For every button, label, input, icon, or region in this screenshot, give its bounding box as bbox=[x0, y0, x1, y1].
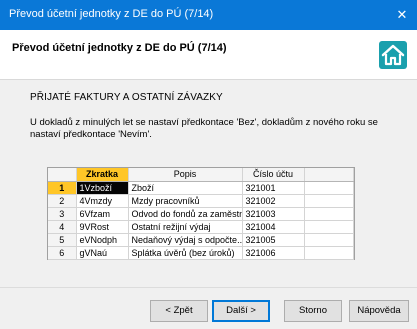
help-button[interactable]: Nápověda bbox=[349, 300, 409, 322]
back-button[interactable]: < Zpět bbox=[150, 300, 208, 322]
cell-account[interactable]: 321003 bbox=[242, 207, 305, 221]
cell-code[interactable]: 1Vzboží bbox=[76, 181, 129, 195]
cell-code[interactable]: 4Vmzdy bbox=[76, 194, 129, 208]
row-number[interactable]: 3 bbox=[48, 207, 77, 221]
window-title: Převod účetní jednotky z DE do PÚ (7/14) bbox=[9, 8, 214, 20]
table-row[interactable]: 4 9VRost Ostatní režijní výdaj 321004 bbox=[48, 220, 354, 234]
section-description: U dokladů z minulých let se nastaví před… bbox=[30, 117, 378, 140]
cell-code[interactable]: gVNaú bbox=[76, 246, 129, 260]
row-number[interactable]: 1 bbox=[48, 181, 77, 195]
home-icon bbox=[379, 41, 407, 69]
cell-filler bbox=[304, 220, 354, 234]
column-header-description[interactable]: Popis bbox=[128, 168, 243, 182]
cell-code[interactable]: 6Vfzam bbox=[76, 207, 129, 221]
table-row[interactable]: 5 eVNodph Nedaňový výdaj s odpočte... 32100… bbox=[48, 233, 354, 247]
cell-filler bbox=[304, 246, 354, 260]
cell-description[interactable]: Ostatní režijní výdaj bbox=[128, 220, 243, 234]
cell-account[interactable]: 321002 bbox=[242, 194, 305, 208]
table-row[interactable]: 2 4Vmzdy Mzdy pracovníků 321002 bbox=[48, 194, 354, 208]
cell-description[interactable]: Zboží bbox=[128, 181, 243, 195]
column-header-account[interactable]: Číslo účtu bbox=[242, 168, 305, 182]
cell-filler bbox=[304, 181, 354, 195]
cell-description[interactable]: Mzdy pracovníků bbox=[128, 194, 243, 208]
table-row[interactable]: 3 6Vfzam Odvod do fondů za zaměstn... 32100… bbox=[48, 207, 354, 221]
button-bar: < Zpět Další > Storno Nápověda bbox=[0, 287, 417, 329]
accounts-table: Zkratka Popis Číslo účtu 1 1Vzboží Zboží 32… bbox=[48, 168, 354, 260]
cell-filler bbox=[304, 233, 354, 247]
table-header-row: Zkratka Popis Číslo účtu bbox=[48, 168, 354, 182]
table-row[interactable]: 6 gVNaú Splátka úvěrů (bez úroků) 321006 bbox=[48, 246, 354, 260]
close-icon[interactable]: ✕ bbox=[387, 0, 417, 30]
wizard-header: Převod účetní jednotky z DE do PÚ (7/14) bbox=[0, 30, 417, 80]
header-filler bbox=[304, 168, 354, 182]
cell-code[interactable]: eVNodph bbox=[76, 233, 129, 247]
page-title: Převod účetní jednotky z DE do PÚ (7/14) bbox=[12, 42, 227, 54]
column-header-code[interactable]: Zkratka bbox=[76, 168, 129, 182]
cell-account[interactable]: 321004 bbox=[242, 220, 305, 234]
cell-account[interactable]: 321005 bbox=[242, 233, 305, 247]
accounts-grid[interactable]: Zkratka Popis Číslo účtu 1 1Vzboží Zboží 32… bbox=[47, 167, 355, 260]
cell-filler bbox=[304, 207, 354, 221]
table-row[interactable]: 1 1Vzboží Zboží 321001 bbox=[48, 181, 354, 195]
wizard-content: PŘIJATÉ FAKTURY A OSTATNÍ ZÁVAZKY U dokl… bbox=[0, 81, 417, 286]
next-button[interactable]: Další > bbox=[212, 300, 270, 322]
row-number[interactable]: 4 bbox=[48, 220, 77, 234]
header-corner bbox=[48, 168, 77, 182]
row-number[interactable]: 5 bbox=[48, 233, 77, 247]
cancel-button[interactable]: Storno bbox=[284, 300, 342, 322]
row-number[interactable]: 6 bbox=[48, 246, 77, 260]
cell-account[interactable]: 321006 bbox=[242, 246, 305, 260]
cell-description[interactable]: Splátka úvěrů (bez úroků) bbox=[128, 246, 243, 260]
section-title: PŘIJATÉ FAKTURY A OSTATNÍ ZÁVAZKY bbox=[30, 92, 223, 103]
cell-description[interactable]: Odvod do fondů za zaměstn... bbox=[128, 207, 243, 221]
wizard-window: Převod účetní jednotky z DE do PÚ (7/14)… bbox=[0, 0, 417, 329]
title-bar: Převod účetní jednotky z DE do PÚ (7/14)… bbox=[0, 0, 417, 30]
cell-code[interactable]: 9VRost bbox=[76, 220, 129, 234]
cell-account[interactable]: 321001 bbox=[242, 181, 305, 195]
cell-filler bbox=[304, 194, 354, 208]
cell-description[interactable]: Nedaňový výdaj s odpočte... bbox=[128, 233, 243, 247]
row-number[interactable]: 2 bbox=[48, 194, 77, 208]
